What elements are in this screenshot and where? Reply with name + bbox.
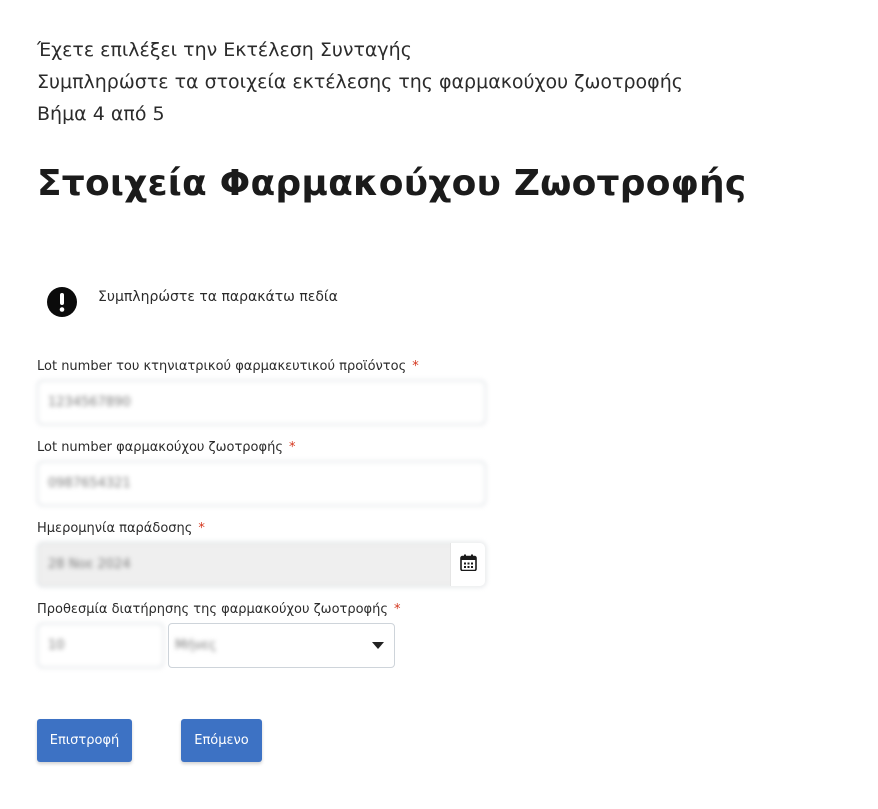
- delivery-date-field: Ημερομηνία παράδοσης *: [37, 520, 486, 587]
- instruction-text: Συμπληρώστε τα στοιχεία εκτέλεσης της φα…: [37, 71, 683, 93]
- next-button[interactable]: Επόμενο: [181, 719, 262, 762]
- step-indicator: Βήμα 4 από 5: [37, 103, 165, 125]
- calendar-icon: [459, 554, 477, 575]
- required-marker: *: [394, 602, 401, 617]
- delivery-date-input[interactable]: [37, 542, 486, 587]
- retention-row: Μήνες: [37, 623, 401, 668]
- required-marker: *: [198, 521, 205, 536]
- calendar-button[interactable]: [450, 543, 485, 586]
- caret-down-icon: [372, 642, 384, 649]
- selected-action-text: Έχετε επιλέξει την Εκτέλεση Συνταγής: [37, 39, 412, 61]
- retention-label: Προθεσμία διατήρησης της φαρμακούχου ζωο…: [37, 602, 401, 617]
- intro-text: Έχετε επιλέξει την Εκτέλεση Συνταγής Συμ…: [37, 34, 683, 130]
- vet-lot-field: Lot number του κτηνιατρικού φαρμακευτικο…: [37, 358, 486, 425]
- required-marker: *: [288, 440, 296, 455]
- retention-unit-select[interactable]: Μήνες: [168, 623, 395, 668]
- required-marker: *: [412, 359, 419, 374]
- page-title: Στοιχεία Φαρμακούχου Ζωοτροφής: [37, 163, 747, 204]
- delivery-date-wrapper: [37, 542, 486, 587]
- back-button[interactable]: Επιστροφή: [37, 719, 132, 762]
- vet-lot-label: Lot number του κτηνιατρικού φαρμακευτικο…: [37, 359, 419, 374]
- feed-lot-label: Lot number φαρμακούχου ζωοτροφής *: [37, 440, 296, 455]
- exclamation-circle-icon: [46, 286, 78, 318]
- retention-amount-input[interactable]: [37, 623, 164, 668]
- feed-lot-input[interactable]: [37, 461, 486, 506]
- vet-lot-input[interactable]: [37, 380, 486, 425]
- delivery-date-label: Ημερομηνία παράδοσης *: [37, 521, 205, 536]
- retention-unit-value: Μήνες: [175, 638, 217, 653]
- feed-lot-field: Lot number φαρμακούχου ζωοτροφής *: [37, 439, 486, 506]
- notice-text: Συμπληρώστε τα παρακάτω πεδία: [98, 289, 338, 305]
- retention-field: Προθεσμία διατήρησης της φαρμακούχου ζωο…: [37, 601, 401, 668]
- notice-banner: Συμπληρώστε τα παρακάτω πεδία: [46, 286, 338, 318]
